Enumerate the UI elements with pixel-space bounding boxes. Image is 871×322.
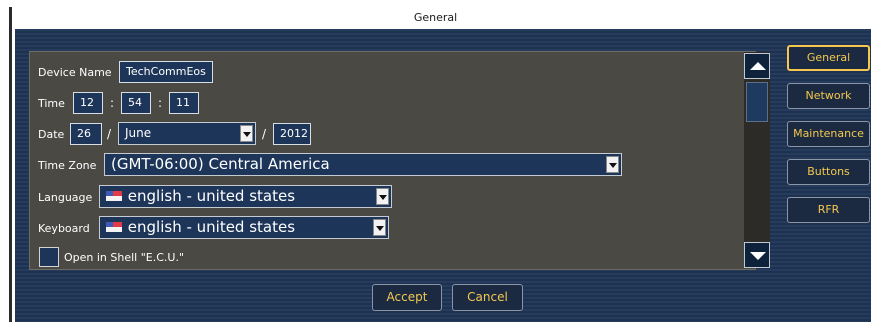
chevron-down-icon[interactable]	[606, 156, 619, 173]
time-separator: :	[158, 96, 163, 110]
date-day-input[interactable]: 26	[70, 123, 102, 145]
keyboard-dropdown[interactable]: english - united states	[99, 216, 389, 239]
open-in-shell-label: Open in Shell "E.C.U."	[64, 251, 185, 264]
cancel-button[interactable]: Cancel	[452, 284, 523, 311]
date-month-value: June	[125, 126, 152, 140]
tab-buttons[interactable]: Buttons	[787, 159, 870, 185]
us-flag-icon	[106, 221, 122, 232]
date-label: Date	[38, 128, 65, 141]
time-label: Time	[38, 97, 65, 110]
tab-rfr[interactable]: RFR	[787, 197, 870, 223]
time-zone-dropdown[interactable]: (GMT-06:00) Central America	[104, 153, 622, 176]
date-separator: /	[107, 127, 112, 141]
scroll-up-button[interactable]	[744, 53, 770, 79]
language-label: Language	[38, 191, 93, 204]
open-in-shell-checkbox[interactable]	[39, 247, 59, 267]
chevron-down-icon[interactable]	[240, 125, 253, 142]
time-zone-value: (GMT-06:00) Central America	[111, 155, 330, 173]
tab-general[interactable]: General	[787, 45, 870, 71]
scrollbar-thumb[interactable]	[746, 82, 768, 122]
time-zone-label: Time Zone	[38, 159, 97, 172]
general-settings-panel: Device Name TechCommEos Time 12 : 54 : 1…	[29, 51, 756, 270]
time-minute-input[interactable]: 54	[121, 92, 151, 114]
settings-window: Device Name TechCommEos Time 12 : 54 : 1…	[15, 29, 871, 322]
language-dropdown[interactable]: english - united states	[99, 185, 392, 208]
keyboard-label: Keyboard	[38, 222, 90, 235]
device-name-label: Device Name	[38, 66, 112, 79]
chevron-down-icon[interactable]	[373, 219, 386, 236]
scroll-up-arrow-icon	[750, 62, 766, 70]
device-name-input[interactable]: TechCommEos	[119, 61, 213, 83]
window-edge-divider	[9, 7, 12, 322]
tab-maintenance[interactable]: Maintenance	[787, 121, 870, 147]
accept-button[interactable]: Accept	[372, 284, 442, 311]
window-title: General	[413, 11, 458, 24]
date-separator: /	[262, 127, 267, 141]
scroll-down-button[interactable]	[744, 242, 770, 268]
date-month-dropdown[interactable]: June	[118, 122, 256, 145]
time-second-input[interactable]: 11	[169, 92, 199, 114]
chevron-down-icon[interactable]	[376, 188, 389, 205]
time-separator: :	[110, 96, 115, 110]
language-value: english - united states	[127, 187, 296, 205]
keyboard-value: english - united states	[127, 218, 296, 236]
tab-network[interactable]: Network	[787, 83, 870, 109]
date-year-input[interactable]: 2012	[273, 123, 311, 145]
time-hour-input[interactable]: 12	[73, 92, 103, 114]
scroll-down-arrow-icon	[750, 252, 766, 260]
us-flag-icon	[106, 190, 122, 201]
